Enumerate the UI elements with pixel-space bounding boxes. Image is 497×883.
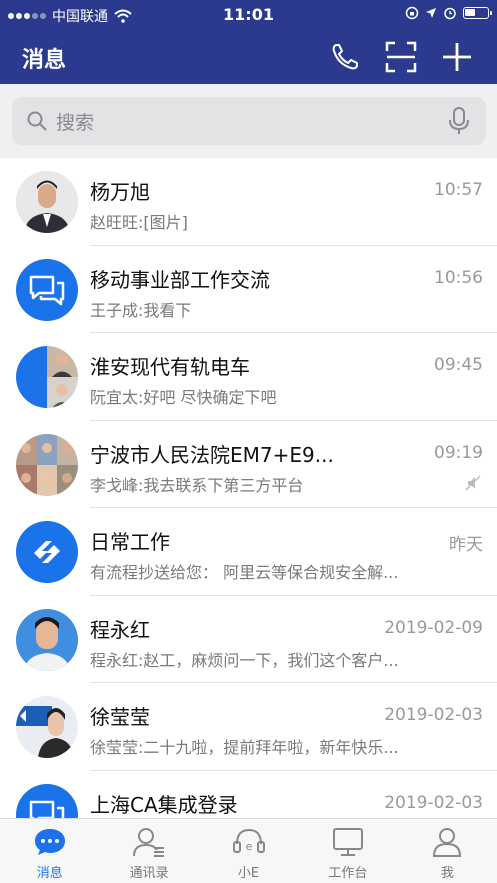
tab-assistant[interactable]: e 小E xyxy=(199,819,298,883)
tab-me[interactable]: 我 xyxy=(398,819,497,883)
chat-bubbles-icon xyxy=(29,275,65,305)
conversation-preview: 赵旺旺:[图片] xyxy=(90,213,188,232)
assistant-icon: e xyxy=(232,825,266,859)
tab-messages[interactable]: 消息 xyxy=(0,819,99,883)
conversation-preview: 徐莹莹:二十九啦，提前拜年啦，新年快乐... xyxy=(90,738,399,757)
conversation-name: 日常工作 xyxy=(90,530,170,554)
conversation-row[interactable]: 徐莹莹 徐莹莹:二十九啦，提前拜年啦，新年快乐... 2019-02-03 xyxy=(0,683,497,771)
conversation-preview: 李戈峰:我去联系下第三方平台 xyxy=(90,475,304,495)
conversation-row[interactable]: 宁波市人民法院EM7+E9... 李戈峰:我去联系下第三方平台 09:19 xyxy=(0,420,497,508)
conversation-time: 2019-02-09 xyxy=(384,617,483,638)
conversation-name: 程永红 xyxy=(90,617,150,642)
conversation-row[interactable]: 程永红 程永红:赵工，麻烦问一下，我们这个客户... 2019-02-09 xyxy=(0,595,497,683)
contacts-icon xyxy=(132,825,166,859)
conversation-list: 杨万旭 赵旺旺:[图片] 10:57 移动事业部工作交流 王子成:我看下 10:… xyxy=(0,158,497,818)
chat-icon xyxy=(33,825,67,859)
conversation-name: 淮安现代有轨电车 xyxy=(90,355,250,379)
tab-label: 小E xyxy=(237,866,260,881)
alarm-icon xyxy=(444,7,456,20)
avatar xyxy=(16,346,78,408)
person-photo-icon xyxy=(16,171,78,233)
conversation-preview: 有流程抄送给您： 阿里云等保合规安全解... xyxy=(90,563,399,582)
phone-icon xyxy=(332,44,358,70)
conversation-time: 2019-02-03 xyxy=(384,705,483,725)
phone-button[interactable] xyxy=(327,39,363,75)
svg-text:e: e xyxy=(245,840,252,853)
workbench-icon xyxy=(331,825,365,859)
avatar xyxy=(16,608,78,671)
conversation-time: 10:56 xyxy=(434,267,483,288)
avatar xyxy=(16,171,78,233)
tab-contacts[interactable]: 通讯录 xyxy=(99,819,198,883)
conversation-preview: 王子成:我看下 xyxy=(90,300,192,320)
chat-bubbles-icon xyxy=(29,800,65,818)
page-title: 消息 xyxy=(22,48,67,73)
tab-label: 工作台 xyxy=(328,866,368,881)
conversation-name: 杨万旭 xyxy=(90,180,150,204)
status-right xyxy=(405,6,492,20)
conversation-time: 昨天 xyxy=(449,535,483,555)
tab-workbench[interactable]: 工作台 xyxy=(298,819,397,883)
avatar xyxy=(16,258,78,321)
conversation-row[interactable]: 杨万旭 赵旺旺:[图片] 10:57 xyxy=(0,158,497,246)
conversation-row[interactable]: 淮安现代有轨电车 阮宜太:好吧 尽快确定下吧 09:45 xyxy=(0,333,497,421)
conversation-preview: 程永红:赵工，麻烦问一下，我们这个客户... xyxy=(90,650,399,670)
scan-button[interactable] xyxy=(383,39,419,75)
conversation-name: 宁波市人民法院EM7+E9... xyxy=(90,442,334,467)
group-photo-icon xyxy=(16,433,78,496)
workflow-icon xyxy=(34,541,60,563)
add-button[interactable] xyxy=(439,39,475,75)
profile-icon xyxy=(430,825,464,859)
tab-label: 消息 xyxy=(36,866,63,881)
search-input[interactable]: 搜索 xyxy=(12,97,486,145)
nav-actions xyxy=(327,39,475,75)
location-icon xyxy=(426,8,436,18)
tab-label: 通讯录 xyxy=(129,866,169,881)
plus-icon xyxy=(443,43,471,71)
search-placeholder: 搜索 xyxy=(56,111,95,134)
conversation-time: 10:57 xyxy=(434,180,483,200)
conversation-row[interactable]: 日常工作 有流程抄送给您： 阿里云等保合规安全解... 昨天 xyxy=(0,508,497,596)
conversation-preview: 阮宜太:好吧 尽快确定下吧 xyxy=(90,388,277,407)
conversation-row[interactable]: 移动事业部工作交流 王子成:我看下 10:56 xyxy=(0,245,497,333)
conversation-time: 09:45 xyxy=(434,355,483,375)
avatar xyxy=(16,433,78,496)
search-icon xyxy=(27,111,47,131)
avatar xyxy=(16,783,78,818)
mute-icon xyxy=(465,474,481,491)
avatar xyxy=(16,696,78,758)
microphone-icon[interactable] xyxy=(448,107,470,135)
conversation-time: 2019-02-03 xyxy=(384,792,483,813)
conversation-time: 09:19 xyxy=(434,442,483,463)
search-area: 搜索 xyxy=(0,84,497,158)
avatar xyxy=(16,521,78,583)
conversation-name: 上海CA集成登录 xyxy=(90,792,238,817)
person-photo-icon xyxy=(16,608,78,671)
battery-icon xyxy=(463,7,492,19)
conversation-name: 移动事业部工作交流 xyxy=(90,267,270,292)
rotation-lock-icon xyxy=(405,6,419,20)
person-photo-icon xyxy=(16,696,78,758)
status-bar: 中国联通 11:01 xyxy=(0,0,497,30)
tab-label: 我 xyxy=(440,866,454,881)
conversation-row[interactable]: 上海CA集成登录 2019-02-03 xyxy=(0,770,497,818)
conversation-name: 徐莹莹 xyxy=(90,705,150,729)
tab-bar: 消息 通讯录 e 小E 工作台 我 xyxy=(0,818,497,883)
nav-bar: 消息 xyxy=(0,30,497,84)
scan-icon xyxy=(385,41,417,73)
group-photo-icon xyxy=(16,346,78,408)
